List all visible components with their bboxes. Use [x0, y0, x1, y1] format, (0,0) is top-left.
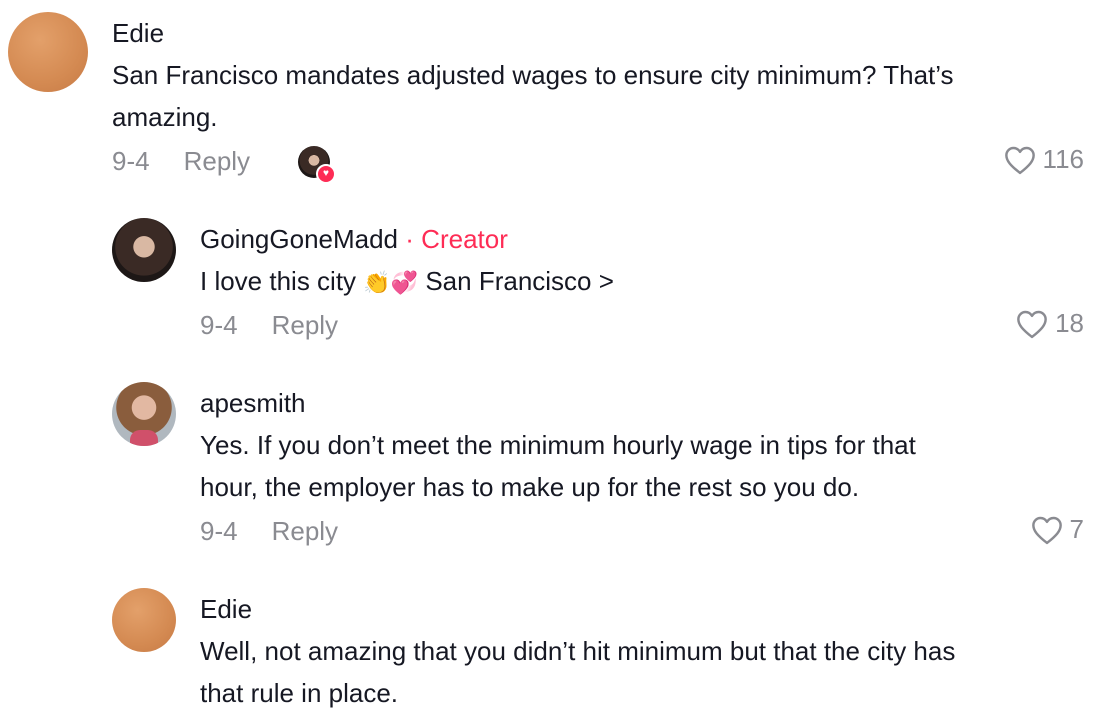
avatar[interactable]	[112, 588, 176, 652]
comment-text: Well, not amazing that you didn’t hit mi…	[200, 630, 955, 714]
comment-meta: 9-4 Reply	[112, 146, 250, 177]
comment-text: San Francisco mandates adjusted wages to…	[112, 54, 954, 138]
comment-text-line: that rule in place.	[200, 678, 399, 708]
like-button[interactable]: 18	[1015, 308, 1084, 339]
comment-text-prefix: I love this city	[200, 266, 357, 296]
like-count: 7	[1069, 514, 1084, 544]
creator-badge: Creator	[421, 224, 508, 254]
comment-meta: 9-4 Reply	[200, 516, 338, 547]
clap-heart-emojis-icon: 👏💞	[363, 270, 419, 295]
comment-text-line: amazing.	[112, 102, 218, 132]
badge-separator: ·	[405, 224, 414, 254]
comment-text: I love this city 👏💞 San Francisco >	[200, 260, 614, 304]
heart-badge-icon: ♥	[316, 164, 336, 184]
comment-username: GoingGoneMadd · Creator	[200, 224, 508, 255]
like-count: 116	[1042, 144, 1084, 174]
reply-button[interactable]: Reply	[184, 146, 250, 176]
comment-text: Yes. If you don’t meet the minimum hourl…	[200, 424, 916, 508]
heart-outline-icon	[1031, 516, 1062, 544]
heart-outline-icon	[1004, 146, 1035, 174]
comment-date: 9-4	[200, 516, 238, 546]
creator-username[interactable]: GoingGoneMadd	[200, 224, 398, 254]
like-button[interactable]: 7	[1030, 514, 1084, 545]
like-count: 18	[1055, 308, 1084, 338]
avatar[interactable]	[8, 12, 88, 92]
comment-text-line: hour, the employer has to make up for th…	[200, 472, 860, 502]
comment-date: 9-4	[200, 310, 238, 340]
comment-text-line: San Francisco mandates adjusted wages to…	[112, 60, 954, 90]
heart-outline-icon	[1017, 310, 1047, 338]
comment-username[interactable]: Edie	[200, 594, 252, 625]
like-button[interactable]: 116	[1003, 144, 1084, 175]
avatar[interactable]	[112, 382, 176, 446]
comment-date: 9-4	[112, 146, 150, 176]
comment-text-line: Well, not amazing that you didn’t hit mi…	[200, 636, 956, 666]
reply-button[interactable]: Reply	[272, 310, 338, 340]
comment-username[interactable]: apesmith	[200, 388, 306, 419]
reply-button[interactable]: Reply	[272, 516, 338, 546]
avatar[interactable]	[112, 218, 176, 282]
comment-username[interactable]: Edie	[112, 18, 164, 49]
comment-text-line: Yes. If you don’t meet the minimum hourl…	[200, 430, 916, 460]
comment-meta: 9-4 Reply	[200, 310, 338, 341]
comment-text-suffix: San Francisco >	[425, 266, 614, 296]
